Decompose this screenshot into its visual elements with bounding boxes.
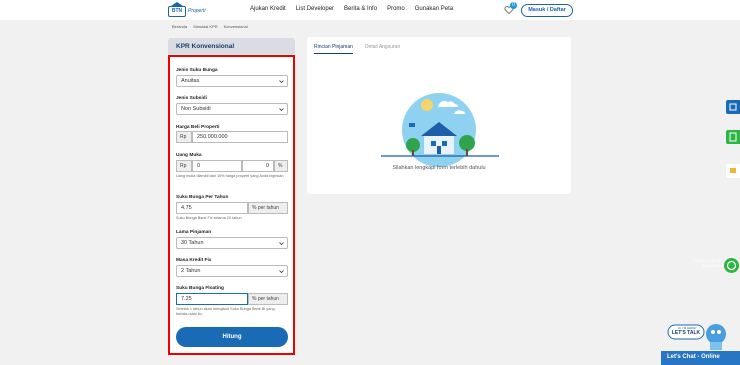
tab-detail-angsuran[interactable]: Detail Angsuran [365, 44, 400, 54]
empty-state-message: Silahkan lengkapi form terlebih dahulu [392, 165, 486, 171]
suku-bunga-floating-label: Suku Bunga Floating [176, 286, 224, 291]
lama-pinjaman-value: 30 Tahun [181, 240, 204, 246]
whatsapp-chat-text: LET'S CHAT VIA WHATSAPP [694, 258, 724, 268]
uang-muka-rp-prefix: Rp [176, 160, 192, 172]
tab-rincian-pinjaman[interactable]: Rincian Pinjaman [314, 44, 353, 54]
breadcrumb: Beranda Simulasi KPR Konvensional [172, 24, 248, 29]
nav-ajukan-kredit[interactable]: Ajukan Kredit [250, 6, 286, 12]
main-nav: Ajukan Kredit List Developer Berita & In… [250, 6, 453, 12]
breadcrumb-simulasi[interactable]: Simulasi KPR [193, 24, 217, 29]
jenis-subsidi-select[interactable]: Non Subsidi [176, 103, 288, 115]
results-panel: Rincian Pinjaman Detail Angsuran Silahka… [307, 37, 571, 194]
suku-bunga-floating-note: Setelah 1 tahun akan mengikuti Suku Bung… [176, 307, 275, 316]
jenis-suku-bunga-label: Jenis Suku Bunga [176, 68, 218, 73]
suku-bunga-floating-input[interactable]: 7.25 [176, 293, 248, 305]
suku-bunga-tahun-note: Suku Bunga Bank Fix selama 20 tahun [176, 216, 242, 220]
floating-per-tahun-suffix: % per tahun [248, 293, 288, 305]
live-chat-bar[interactable]: Let's Chat - Online [661, 351, 740, 365]
hitung-button[interactable]: Hitung [176, 327, 288, 347]
masa-kredit-fix-select[interactable]: 2 Tahun [176, 265, 288, 277]
nav-gunakan-peta[interactable]: Gunakan Peta [415, 6, 453, 12]
whatsapp-icon[interactable] [724, 258, 739, 273]
logo-abbrev: BTN [171, 8, 183, 14]
masa-kredit-fix-label: Masa Kredit Fix [176, 258, 212, 263]
chevron-down-icon [279, 80, 284, 84]
top-header: BTN Properti Ajukan Kredit List Develope… [0, 0, 740, 20]
lama-pinjaman-label: Lama Pinjaman [176, 230, 212, 235]
login-register-button[interactable]: Masuk / Daftar [521, 4, 573, 17]
breadcrumb-home[interactable]: Beranda [172, 24, 187, 29]
suku-bunga-tahun-label: Suku Bunga Per Tahun [176, 195, 229, 200]
per-tahun-suffix: % per tahun [248, 202, 288, 214]
document-icon[interactable] [726, 130, 740, 144]
uang-muka-note: Uang muka diambil dari 15% harga propert… [176, 174, 284, 178]
nav-promo[interactable]: Promo [387, 6, 405, 12]
mascot-bubble-text: LET'S TALK [671, 330, 701, 336]
results-tabs: Rincian Pinjaman Detail Angsuran [314, 44, 400, 54]
compare-icon[interactable] [726, 100, 740, 114]
jenis-suku-bunga-value: Anuitas [181, 78, 200, 84]
jenis-subsidi-value: Non Subsidi [181, 106, 211, 112]
breadcrumb-current: Konvensional [223, 24, 248, 29]
lama-pinjaman-select[interactable]: 30 Tahun [176, 237, 288, 249]
uang-muka-percent-input[interactable]: 0 [242, 160, 274, 172]
wishlist-count-badge: 0 [510, 2, 517, 9]
house-illustration [381, 93, 499, 167]
btn-properti-logo[interactable]: BTN Properti [168, 1, 214, 18]
jenis-subsidi-label: Jenis Subsidi [176, 96, 207, 101]
kpr-form-panel: Jenis Suku Bunga Anuitas Jenis Subsidi N… [168, 55, 295, 355]
nav-berita-info[interactable]: Berita & Info [344, 6, 377, 12]
chevron-down-icon [279, 270, 284, 274]
calculator-icon[interactable] [726, 164, 740, 178]
nav-list-developer[interactable]: List Developer [296, 6, 334, 12]
harga-input[interactable]: 250.000.000 [192, 131, 288, 143]
form-title: KPR Konvensional [168, 38, 295, 54]
logo-mark: BTN [168, 1, 186, 17]
chevron-down-icon [279, 242, 284, 246]
percent-suffix: % [274, 160, 288, 172]
chat-mascot[interactable]: HI, I'M HERE! LET'S TALK [666, 320, 728, 350]
masa-kredit-fix-value: 2 Tahun [181, 268, 201, 274]
logo-text: Properti [188, 8, 206, 14]
rp-prefix: Rp [176, 131, 192, 143]
jenis-suku-bunga-select[interactable]: Anuitas [176, 75, 288, 87]
uang-muka-label: Uang Muka [176, 153, 202, 158]
uang-muka-input[interactable]: 0 [192, 160, 242, 172]
suku-bunga-tahun-input[interactable]: 4.75 [176, 202, 248, 214]
harga-label: Harga Beli Properti [176, 125, 220, 130]
chevron-down-icon [279, 108, 284, 112]
